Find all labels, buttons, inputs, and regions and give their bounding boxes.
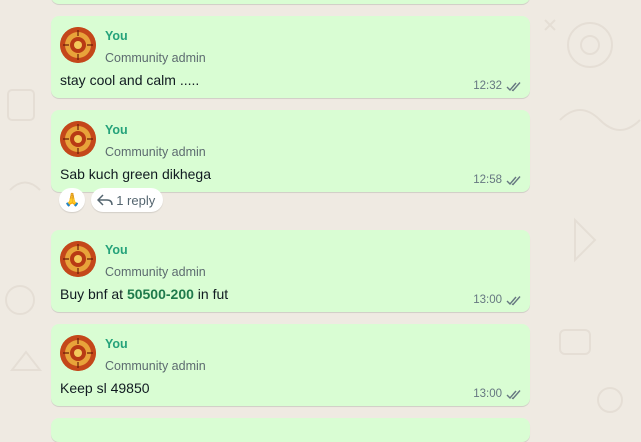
avatar[interactable] xyxy=(60,121,96,157)
reply-count-chip[interactable]: 1 reply xyxy=(91,188,164,212)
sender-name[interactable]: You xyxy=(105,337,128,351)
double-check-icon xyxy=(506,81,521,91)
sender-role: Community admin xyxy=(105,51,206,65)
message-text: Buy bnf at 50500-200 in fut xyxy=(60,286,228,302)
sender-role: Community admin xyxy=(105,359,206,373)
double-check-icon xyxy=(506,389,521,399)
avatar[interactable] xyxy=(60,241,96,277)
message-text: stay cool and calm ..... xyxy=(60,72,200,88)
message-reactions: 🙏 1 reply xyxy=(59,188,164,212)
reaction-chip[interactable]: 🙏 xyxy=(59,188,86,212)
message-meta: 12:58 xyxy=(473,174,522,186)
message-text: Keep sl 49850 xyxy=(60,380,150,396)
message-time: 13:00 xyxy=(473,388,502,400)
message-text-prefix: Buy bnf at xyxy=(60,286,127,302)
message-bubble[interactable]: You Community admin Sab kuch green dikhe… xyxy=(51,110,530,192)
message-text-highlight[interactable]: 50500-200 xyxy=(127,286,194,302)
sender-name[interactable]: You xyxy=(105,123,128,137)
sender-name[interactable]: You xyxy=(105,29,128,43)
reply-count-label: 1 reply xyxy=(116,192,156,208)
message-meta: 13:00 xyxy=(473,294,522,306)
reply-arrow-icon xyxy=(97,194,113,206)
message-time: 12:58 xyxy=(473,174,502,186)
message-text-suffix: in fut xyxy=(193,286,229,302)
message-bubble[interactable]: You Community admin Buy bnf at 50500-200… xyxy=(51,230,530,312)
sender-name[interactable]: You xyxy=(105,243,128,257)
double-check-icon xyxy=(506,175,521,185)
message-time: 13:00 xyxy=(473,294,502,306)
message-bubble[interactable] xyxy=(51,0,530,4)
avatar[interactable] xyxy=(60,335,96,371)
double-check-icon xyxy=(506,295,521,305)
message-bubble[interactable] xyxy=(51,418,530,442)
message-bubble[interactable]: You Community admin Keep sl 49850 13:00 xyxy=(51,324,530,406)
message-meta: 12:32 xyxy=(473,80,522,92)
message-text: Sab kuch green dikhega xyxy=(60,166,211,182)
avatar[interactable] xyxy=(60,27,96,63)
sender-role: Community admin xyxy=(105,265,206,279)
message-meta: 13:00 xyxy=(473,388,522,400)
message-time: 12:32 xyxy=(473,80,502,92)
sender-role: Community admin xyxy=(105,145,206,159)
message-bubble[interactable]: You Community admin stay cool and calm .… xyxy=(51,16,530,98)
